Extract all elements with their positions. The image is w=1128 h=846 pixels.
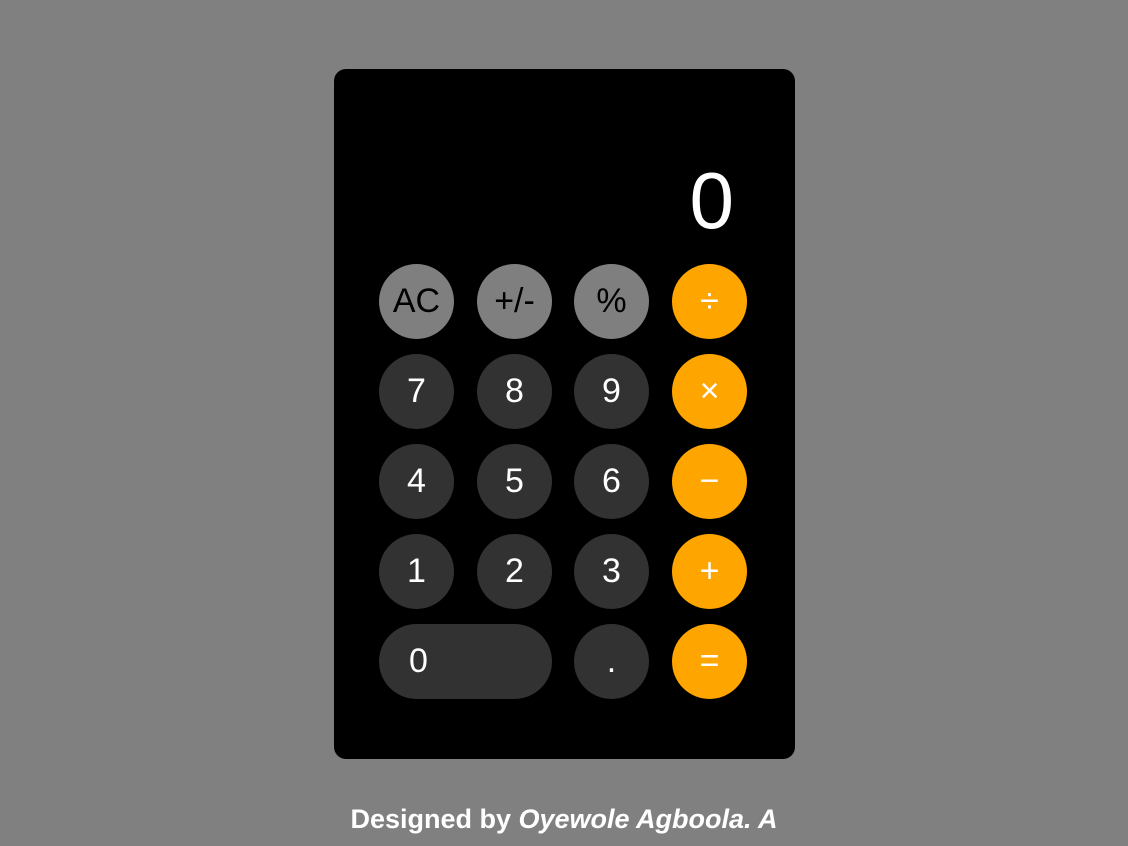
digit-6-button[interactable]: 6: [574, 444, 649, 519]
percent-button[interactable]: %: [574, 264, 649, 339]
equals-button[interactable]: =: [672, 624, 747, 699]
decimal-button[interactable]: .: [574, 624, 649, 699]
digit-5-button[interactable]: 5: [477, 444, 552, 519]
credit-author: Oyewole Agboola. A: [518, 804, 778, 834]
digit-4-button[interactable]: 4: [379, 444, 454, 519]
digit-8-button[interactable]: 8: [477, 354, 552, 429]
digit-1-button[interactable]: 1: [379, 534, 454, 609]
clear-button[interactable]: AC: [379, 264, 454, 339]
designer-credit: Designed by Oyewole Agboola. A: [0, 804, 1128, 835]
add-button[interactable]: +: [672, 534, 747, 609]
calculator-display: 0: [689, 156, 735, 245]
calculator-body: 0 AC +/- % ÷ 7 8 9 × 4 5 6 − 1 2 3 + 0 .…: [334, 69, 795, 759]
digit-2-button[interactable]: 2: [477, 534, 552, 609]
credit-prefix: Designed by: [350, 804, 511, 834]
divide-button[interactable]: ÷: [672, 264, 747, 339]
toggle-sign-button[interactable]: +/-: [477, 264, 552, 339]
digit-0-button[interactable]: 0: [379, 624, 552, 699]
digit-9-button[interactable]: 9: [574, 354, 649, 429]
digit-3-button[interactable]: 3: [574, 534, 649, 609]
digit-7-button[interactable]: 7: [379, 354, 454, 429]
subtract-button[interactable]: −: [672, 444, 747, 519]
multiply-button[interactable]: ×: [672, 354, 747, 429]
